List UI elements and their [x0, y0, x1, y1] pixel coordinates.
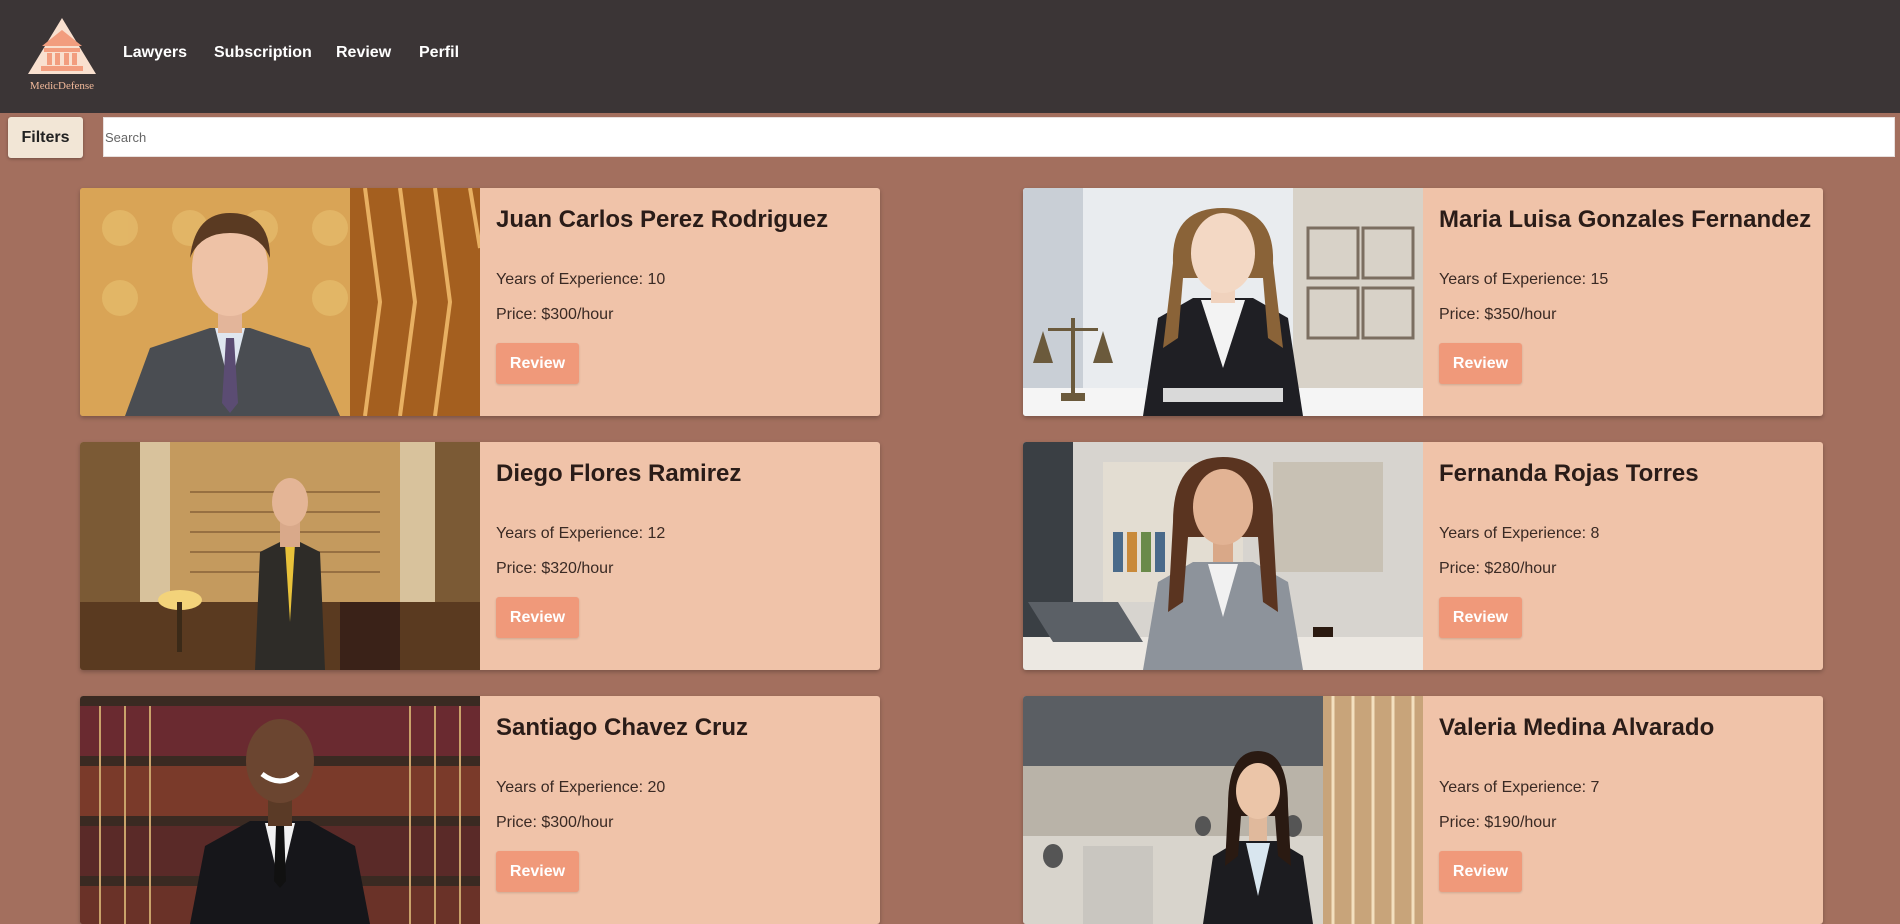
- lawyer-price: Price: $300/hour: [496, 306, 614, 323]
- lawyer-card: Diego Flores Ramirez Years of Experience…: [80, 442, 880, 670]
- lawyer-price: Price: $300/hour: [496, 814, 614, 831]
- lawyer-name: Santiago Chavez Cruz: [496, 714, 749, 741]
- review-button[interactable]: Review: [496, 597, 579, 638]
- nav-perfil[interactable]: Perfil: [419, 44, 459, 62]
- review-button[interactable]: Review: [1439, 851, 1522, 892]
- lawyer-experience: Years of Experience: 20: [496, 779, 666, 796]
- lawyer-card: Santiago Chavez Cruz Years of Experience…: [80, 696, 880, 924]
- lawyer-name: Diego Flores Ramirez: [496, 460, 742, 487]
- logo-text: MedicDefense: [29, 80, 95, 92]
- logo[interactable]: MedicDefense: [20, 16, 104, 96]
- filters-button[interactable]: Filters: [8, 117, 83, 158]
- lawyer-experience: Years of Experience: 7: [1439, 779, 1600, 796]
- lawyer-name: Fernanda Rojas Torres: [1439, 460, 1699, 487]
- lawyer-experience: Years of Experience: 10: [496, 271, 666, 288]
- top-navbar: MedicDefense Lawyers Subscription Review…: [0, 0, 1900, 113]
- lawyer-photo: [1023, 188, 1423, 416]
- lawyer-photo: [80, 188, 480, 416]
- courthouse-icon: [28, 18, 96, 74]
- lawyer-name: Maria Luisa Gonzales Fernandez: [1439, 206, 1812, 233]
- lawyer-price: Price: $190/hour: [1439, 814, 1557, 831]
- nav-review[interactable]: Review: [336, 44, 391, 62]
- lawyer-experience: Years of Experience: 12: [496, 525, 666, 542]
- lawyer-card: Maria Luisa Gonzales Fernandez Years of …: [1023, 188, 1823, 416]
- nav-subscription[interactable]: Subscription: [214, 44, 312, 62]
- review-button[interactable]: Review: [496, 343, 579, 384]
- lawyer-photo: [80, 696, 480, 924]
- lawyer-experience: Years of Experience: 15: [1439, 271, 1609, 288]
- lawyer-card: Juan Carlos Perez Rodriguez Years of Exp…: [80, 188, 880, 416]
- lawyer-card: Fernanda Rojas Torres Years of Experienc…: [1023, 442, 1823, 670]
- lawyer-photo: [1023, 696, 1423, 924]
- lawyer-name: Valeria Medina Alvarado: [1439, 714, 1715, 741]
- lawyer-price: Price: $280/hour: [1439, 560, 1557, 577]
- lawyer-photo: [80, 442, 480, 670]
- search-input[interactable]: [103, 117, 1895, 157]
- lawyer-name: Juan Carlos Perez Rodriguez: [496, 206, 829, 233]
- lawyer-experience: Years of Experience: 8: [1439, 525, 1600, 542]
- nav-lawyers[interactable]: Lawyers: [123, 44, 187, 62]
- review-button[interactable]: Review: [1439, 343, 1522, 384]
- review-button[interactable]: Review: [1439, 597, 1522, 638]
- lawyer-price: Price: $350/hour: [1439, 306, 1557, 323]
- lawyer-card: Valeria Medina Alvarado Years of Experie…: [1023, 696, 1823, 924]
- review-button[interactable]: Review: [496, 851, 579, 892]
- lawyer-price: Price: $320/hour: [496, 560, 614, 577]
- lawyer-photo: [1023, 442, 1423, 670]
